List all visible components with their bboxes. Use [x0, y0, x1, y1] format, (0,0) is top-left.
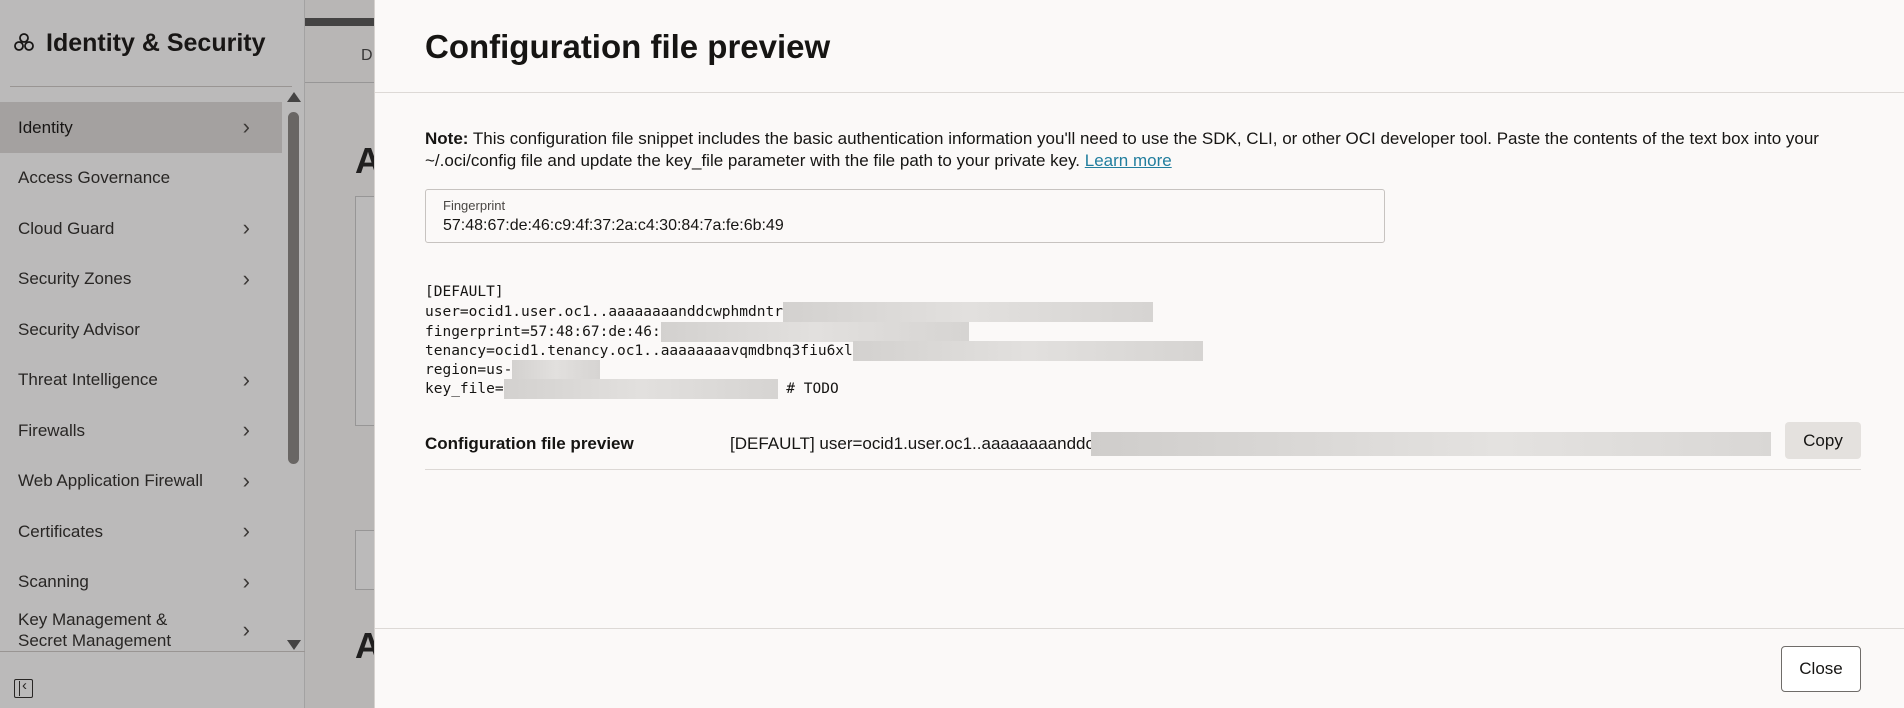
- config-line-tenancy: tenancy=ocid1.tenancy.oc1..aaaaaaaavqmdb…: [425, 340, 1203, 361]
- config-preview-value: [DEFAULT] user=ocid1.user.oc1..aaaaaaaan…: [730, 434, 1103, 453]
- fingerprint-label: Fingerprint: [443, 198, 506, 213]
- fingerprint-value[interactable]: 57:48:67:de:46:c9:4f:37:2a:c4:30:84:7a:f…: [443, 217, 784, 235]
- redacted-value: [1091, 432, 1771, 456]
- config-snippet[interactable]: [DEFAULT] user=ocid1.user.oc1..aaaaaaaan…: [425, 283, 1203, 400]
- divider: [375, 92, 1904, 93]
- note-text: Note: This configuration file snippet in…: [425, 128, 1865, 172]
- redacted-value: [660, 321, 969, 342]
- copy-button[interactable]: Copy: [1785, 422, 1861, 459]
- config-line-fingerprint: fingerprint=57:48:67:de:46:: [425, 321, 1203, 342]
- redacted-value: [852, 340, 1203, 361]
- config-preview-row: Configuration file preview [DEFAULT] use…: [425, 422, 1861, 470]
- close-button[interactable]: Close: [1781, 646, 1861, 692]
- learn-more-link[interactable]: Learn more: [1085, 151, 1172, 170]
- note-prefix: Note:: [425, 129, 469, 148]
- config-line-key-file: key_file= # TODO: [425, 379, 839, 400]
- config-preview-label: Configuration file preview: [425, 434, 634, 453]
- redacted-value: [782, 302, 1153, 323]
- redacted-value: [512, 360, 601, 381]
- drawer-title: Configuration file preview: [425, 28, 831, 65]
- divider: [375, 628, 1904, 629]
- config-line-section: [DEFAULT]: [425, 284, 504, 300]
- redacted-value: [503, 379, 778, 400]
- fingerprint-field[interactable]: Fingerprint 57:48:67:de:46:c9:4f:37:2a:c…: [425, 189, 1385, 243]
- config-preview-drawer: Configuration file preview Note: This co…: [374, 0, 1904, 708]
- config-line-region: region=us-: [425, 360, 1203, 381]
- config-line-user: user=ocid1.user.oc1..aaaaaaaanddcwphmdnt…: [425, 302, 1203, 323]
